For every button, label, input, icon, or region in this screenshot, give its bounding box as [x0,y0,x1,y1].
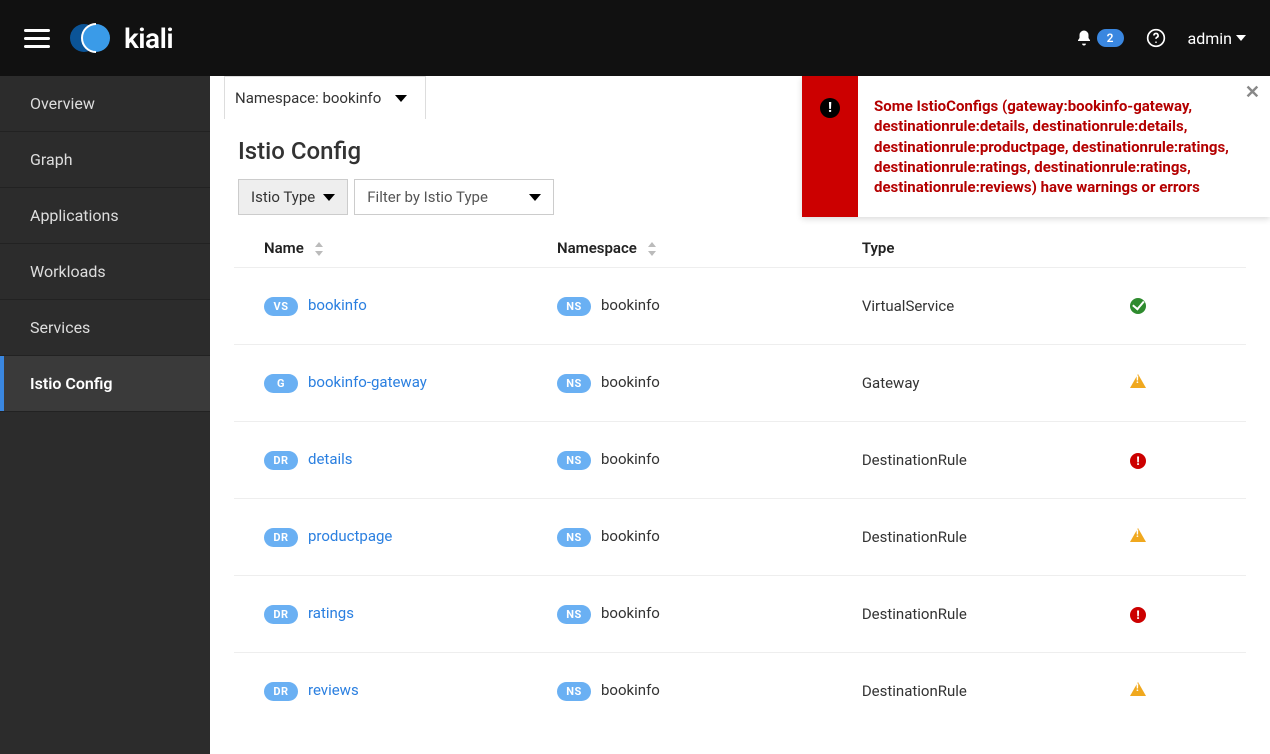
filter-value-dropdown[interactable]: Filter by Istio Type [354,179,554,215]
type-badge: DR [264,682,298,701]
help-icon[interactable] [1146,28,1166,48]
table-row: DR details NS bookinfo DestinationRule [234,422,1246,499]
namespace-badge: NS [557,297,591,316]
column-header-status [1124,229,1246,268]
topbar: kiali 2 admin [0,0,1270,76]
status-error-icon [1130,453,1146,469]
type-badge: G [264,374,298,393]
sidebar-item-label: Services [30,318,90,337]
sidebar-item-workloads[interactable]: Workloads [0,244,210,300]
namespace-text: bookinfo [601,296,660,314]
alert-banner: ! Some IstioConfigs (gateway:bookinfo-ga… [802,76,1270,217]
config-name-link[interactable]: bookinfo-gateway [308,373,427,391]
sidebar-item-label: Graph [30,150,73,169]
alert-error-icon: ! [820,98,840,118]
notification-count-badge: 2 [1097,29,1124,47]
brand: kiali [70,21,173,55]
sidebar: Overview Graph Applications Workloads Servic… [0,76,210,754]
column-header-namespace[interactable]: Namespace [551,229,856,268]
bell-icon [1075,29,1093,47]
kiali-logo-icon [70,21,116,55]
filter-value-placeholder: Filter by Istio Type [367,188,488,206]
status-warning-icon [1130,374,1146,388]
alert-text: Some IstioConfigs (gateway:bookinfo-gate… [874,96,1230,197]
namespace-badge: NS [557,682,591,701]
namespace-text: bookinfo [601,373,660,391]
sidebar-item-graph[interactable]: Graph [0,132,210,188]
sidebar-item-istio-config[interactable]: Istio Config [0,356,210,412]
user-menu[interactable]: admin [1188,29,1246,48]
config-name-link[interactable]: details [308,450,353,468]
type-badge: DR [264,605,298,624]
filter-type-dropdown[interactable]: Istio Type [238,179,348,215]
alert-close-button[interactable]: ✕ [1245,82,1260,103]
namespace-badge: NS [557,451,591,470]
type-text: VirtualService [856,268,1124,345]
type-badge: DR [264,451,298,470]
sidebar-item-label: Overview [30,94,95,113]
sidebar-item-overview[interactable]: Overview [0,76,210,132]
table-row: Gbookinfo-gateway NS bookinfo Gateway [234,345,1246,422]
sidebar-item-label: Istio Config [30,374,113,393]
namespace-text: bookinfo [601,450,660,468]
namespace-badge: NS [557,605,591,624]
config-name-link[interactable]: ratings [308,604,354,622]
status-error-icon [1130,607,1146,623]
type-text: DestinationRule [856,422,1124,499]
sidebar-item-applications[interactable]: Applications [0,188,210,244]
config-name-link[interactable]: bookinfo [308,296,367,314]
type-text: DestinationRule [856,576,1124,653]
username: admin [1188,29,1232,48]
config-name-link[interactable]: reviews [308,681,359,699]
namespace-selector[interactable]: Namespace: bookinfo [224,76,426,119]
sidebar-item-label: Applications [30,206,119,225]
column-header-name[interactable]: Name [234,229,551,268]
namespace-text: bookinfo [601,527,660,545]
table-row: VS bookinfo NS bookinfo VirtualService [234,268,1246,345]
namespace-badge: NS [557,528,591,547]
main-content: Namespace: bookinfo Istio Config Istio T… [210,76,1270,754]
namespace-badge: NS [557,374,591,393]
table-row: DR reviews NS bookinfo DestinationRule [234,653,1246,730]
namespace-selector-label: Namespace: bookinfo [235,89,381,107]
type-badge: VS [264,297,298,316]
brand-name: kiali [124,22,173,55]
table-row: DR productpage NS bookinfo DestinationRule [234,499,1246,576]
status-ok-icon [1130,298,1146,314]
sidebar-item-services[interactable]: Services [0,300,210,356]
type-text: Gateway [856,345,1124,422]
config-name-link[interactable]: productpage [308,527,392,545]
config-table: Name Namespace Type [234,229,1246,729]
sidebar-item-label: Workloads [30,262,106,281]
filter-type-label: Istio Type [251,188,315,206]
chevron-down-icon [1236,35,1246,41]
chevron-down-icon [395,95,407,102]
sort-icon [647,242,657,256]
column-header-type[interactable]: Type [856,229,1124,268]
type-badge: DR [264,528,298,547]
status-warning-icon [1130,528,1146,542]
status-warning-icon [1130,682,1146,696]
sort-icon [314,242,324,256]
chevron-down-icon [529,194,541,201]
type-text: DestinationRule [856,653,1124,730]
type-text: DestinationRule [856,499,1124,576]
chevron-down-icon [323,194,335,201]
table-row: DR ratings NS bookinfo DestinationRule [234,576,1246,653]
namespace-text: bookinfo [601,681,660,699]
notifications-button[interactable]: 2 [1075,29,1124,47]
namespace-text: bookinfo [601,604,660,622]
menu-toggle-button[interactable] [24,29,50,48]
